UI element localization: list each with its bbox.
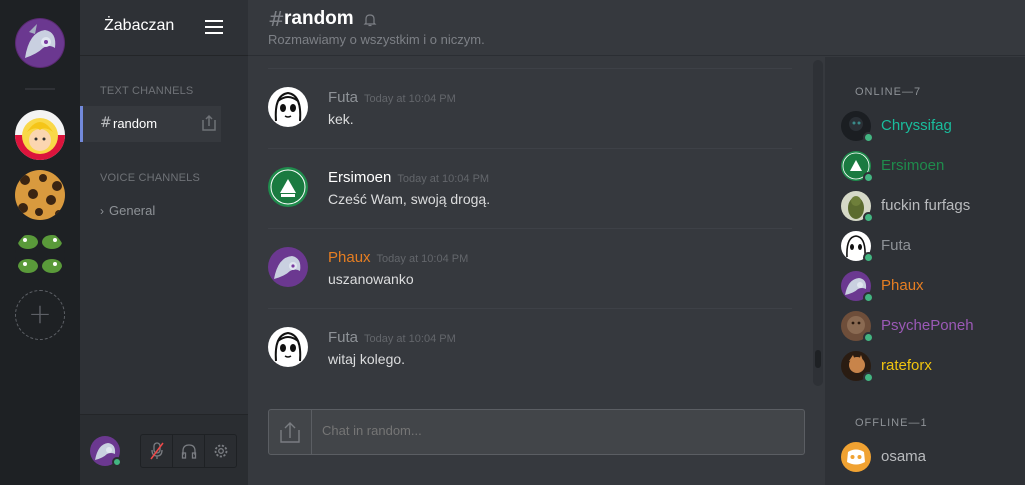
member-name: Futa — [881, 237, 912, 254]
guild-header[interactable]: Żabaczan — [80, 0, 248, 56]
invite-icon[interactable] — [201, 114, 217, 132]
message-input[interactable] — [322, 423, 792, 438]
member-name: rateforx — [881, 357, 932, 374]
message-timestamp: Today at 10:04 PM — [364, 93, 456, 105]
member-item[interactable]: PsychePoneh — [841, 310, 1021, 344]
server-separator — [25, 88, 55, 90]
server-list: + — [0, 0, 80, 485]
channel-title: random — [284, 8, 354, 29]
member-name: Phaux — [881, 277, 924, 294]
message-timestamp: Today at 10:04 PM — [364, 333, 456, 345]
message-author[interactable]: Futa Today at 10:04 PM — [328, 89, 456, 106]
message-timestamp: Today at 10:04 PM — [376, 253, 469, 265]
member-item[interactable]: fuckin furfags — [841, 190, 1021, 224]
channel-name: random — [113, 116, 158, 131]
message-list: Futa Today at 10:04 PM kek. Ersimoen Today… — [248, 57, 813, 392]
message-content: uszanowanko — [328, 271, 414, 287]
avatar[interactable] — [268, 247, 308, 287]
channel-hash: # — [100, 115, 112, 131]
message-group: Phaux Today at 10:04 PM uszanowanko — [268, 228, 792, 308]
message-content: witaj kolego. — [328, 351, 406, 367]
menu-icon[interactable] — [205, 20, 223, 36]
deafen-button[interactable] — [173, 435, 205, 467]
message-timestamp: Today at 10:04 PM — [397, 173, 490, 185]
author-name[interactable]: Phaux — [328, 249, 371, 266]
channel-topic: Rozmawiamy o wszystkim i o niczym. — [268, 32, 485, 47]
voice-channels-category[interactable]: VOICE CHANNELS — [100, 172, 200, 184]
online-status-dot — [863, 212, 874, 223]
online-status-dot — [863, 372, 874, 383]
channel-item-random[interactable]: # random — [80, 106, 221, 142]
member-name: fuckin furfags — [881, 197, 971, 214]
online-status-dot — [863, 172, 874, 183]
online-status-dot — [112, 457, 122, 467]
member-item[interactable]: rateforx — [841, 350, 1021, 384]
discord-app: + Żabaczan TEXT CHANNELS # random VOICE … — [0, 0, 1025, 485]
upload-icon — [280, 422, 300, 443]
message-author[interactable]: Phaux Today at 10:04 PM — [328, 249, 468, 266]
online-status-dot — [863, 252, 874, 263]
online-status-dot — [863, 332, 874, 343]
message-scrollbar[interactable] — [813, 60, 823, 386]
message-content: Cześć Wam, swoją drogą. — [328, 191, 491, 207]
server-icon-blonde-girl[interactable] — [15, 110, 65, 160]
member-name: osama — [881, 448, 927, 465]
chat-input-box — [268, 409, 805, 455]
message-content: kek. — [328, 111, 354, 127]
chevron-right-icon: › — [100, 204, 104, 218]
message-group: Ersimoen Today at 10:04 PM Cześć Wam, swo… — [268, 148, 792, 228]
headphones-icon — [181, 444, 196, 459]
settings-button[interactable] — [205, 435, 236, 467]
server-icon-leopard[interactable] — [15, 170, 65, 220]
message-author[interactable]: Ersimoen Today at 10:04 PM — [328, 169, 489, 186]
voice-channel-name: General — [109, 203, 156, 218]
voice-controls — [140, 434, 237, 468]
online-status-dot — [863, 292, 874, 303]
message-group: Futa Today at 10:04 PM kek. — [268, 68, 792, 148]
channel-hash-icon: # — [268, 7, 285, 31]
member-item[interactable]: Futa — [841, 230, 1021, 264]
avatar[interactable] — [268, 327, 308, 367]
member-name: Ersimoen — [881, 157, 945, 174]
member-item[interactable]: Chryssifag — [841, 110, 1021, 144]
user-panel — [80, 414, 248, 485]
author-name[interactable]: Futa — [328, 89, 358, 106]
server-icon-phaux[interactable] — [15, 18, 65, 68]
mute-button[interactable] — [141, 435, 173, 467]
message-author[interactable]: Futa Today at 10:04 PM — [328, 329, 456, 346]
author-name[interactable]: Futa — [328, 329, 358, 346]
member-name: Chryssifag — [881, 117, 952, 134]
member-item[interactable]: osama — [841, 441, 1021, 475]
voice-channel-general[interactable]: › General — [100, 203, 155, 218]
offline-members-header: OFFLINE—1 — [855, 417, 928, 429]
server-icon-frogs[interactable] — [15, 230, 65, 280]
avatar — [841, 442, 871, 472]
guild-name: Żabaczan — [104, 17, 175, 34]
avatar[interactable] — [268, 167, 308, 207]
chat-header: # random Rozmawiamy o wszystkim i o nicz… — [248, 0, 1025, 56]
bell-icon[interactable] — [363, 12, 377, 27]
online-status-dot — [863, 132, 874, 143]
message-group: Futa Today at 10:04 PM witaj kolego. — [268, 308, 792, 388]
online-members-header: ONLINE—7 — [855, 86, 922, 98]
scrollbar-thumb[interactable] — [815, 350, 821, 368]
text-channels-category[interactable]: TEXT CHANNELS — [100, 85, 193, 97]
avatar[interactable] — [268, 87, 308, 127]
member-item[interactable]: Phaux — [841, 270, 1021, 304]
microphone-muted-icon — [149, 442, 164, 460]
add-server-button[interactable]: + — [15, 290, 65, 340]
member-item[interactable]: Ersimoen — [841, 150, 1021, 184]
member-name: PsychePoneh — [881, 317, 974, 334]
gear-icon — [214, 444, 227, 458]
member-list: ONLINE—7 Chryssifag Ersimoen fuckin furf… — [825, 57, 1025, 485]
author-name[interactable]: Ersimoen — [328, 169, 391, 186]
upload-button[interactable] — [269, 410, 312, 454]
channel-sidebar: Żabaczan TEXT CHANNELS # random VOICE CH… — [80, 0, 248, 485]
